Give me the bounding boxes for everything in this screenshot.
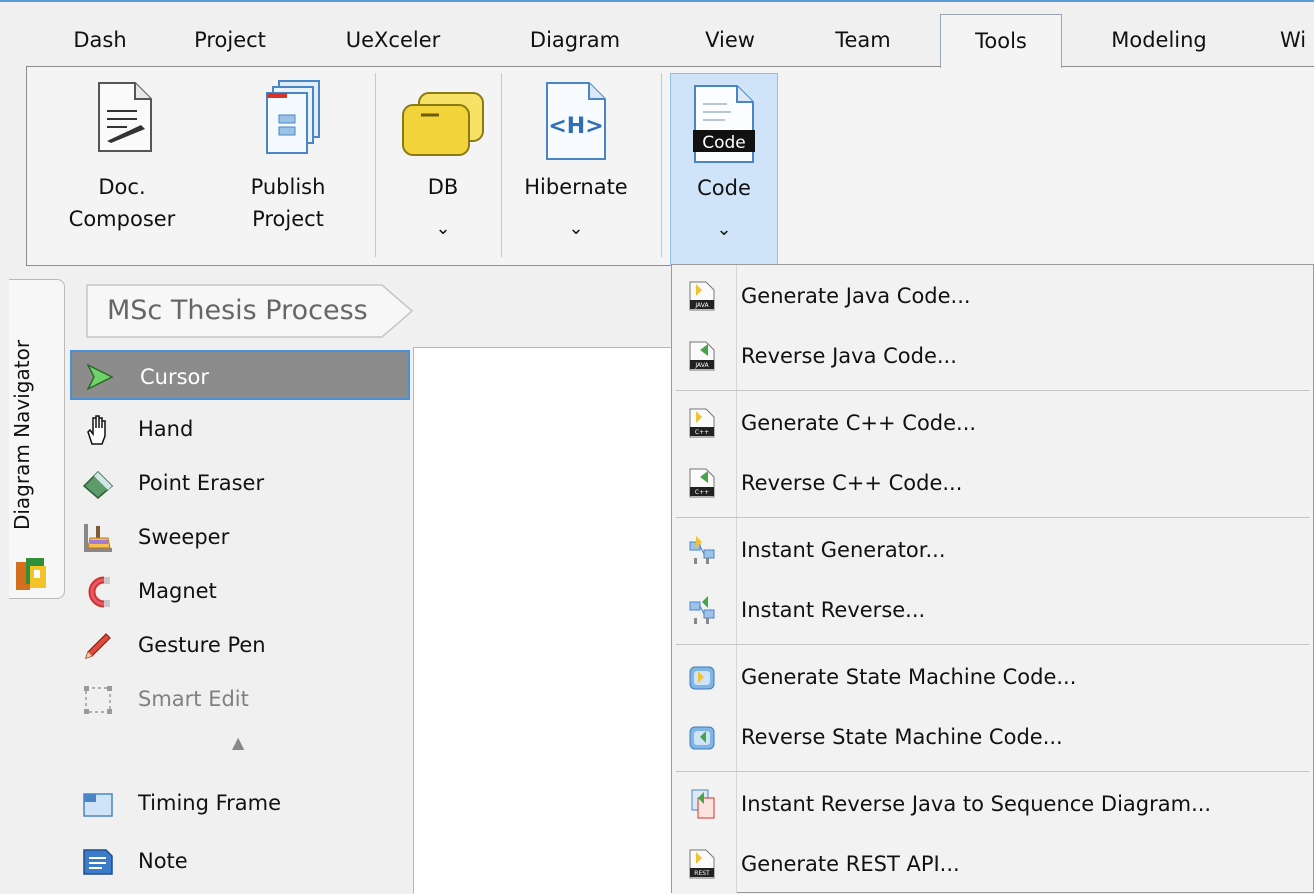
menu-item-instant-reverse[interactable]: Instant Reverse... <box>672 580 1314 640</box>
publish-project-label-1: Publish <box>250 175 326 199</box>
hibernate-icon: <H> <box>546 82 606 160</box>
hand-icon <box>87 415 106 445</box>
db-label: DB <box>427 175 459 199</box>
menu-item-reverse-cpp-code[interactable]: C++ Reverse C++ Code... <box>672 453 1314 513</box>
generate-cpp-code-icon: C++ <box>689 408 715 438</box>
code-chevron-down-icon: ⌄ <box>716 219 732 240</box>
palette-item-note[interactable]: Note <box>70 836 410 886</box>
menu-item-reverse-java-code[interactable]: JAVA Reverse Java Code... <box>672 326 1314 386</box>
magnet-icon <box>88 576 110 608</box>
breadcrumb-diagram-name[interactable]: MSc Thesis Process <box>107 289 368 333</box>
tab-window[interactable]: Wi <box>1280 14 1314 66</box>
menu-item-instant-generator[interactable]: Instant Generator... <box>672 520 1314 580</box>
tab-tools[interactable]: Tools <box>940 14 1062 68</box>
publish-project-icon <box>266 80 320 154</box>
menu-separator <box>676 517 1310 518</box>
tab-team[interactable]: Team <box>818 14 908 66</box>
note-icon <box>83 849 113 875</box>
diagram-canvas[interactable] <box>413 347 672 894</box>
menu-item-generate-java-code[interactable]: JAVA Generate Java Code... <box>672 266 1314 326</box>
ribbon-separator <box>375 73 376 257</box>
reverse-java-to-sequence-icon <box>691 789 715 819</box>
publish-project-button[interactable]: Publish Project <box>223 67 353 267</box>
doc-composer-button[interactable]: Doc. Composer <box>67 67 177 267</box>
hibernate-button[interactable]: <H> Hibernate ⌄ <box>511 67 641 267</box>
diagram-navigator-label: Diagram Navigator <box>10 339 34 531</box>
menu-item-instant-reverse-java-to-sequence-diagram[interactable]: Instant Reverse Java to Sequence Diagram… <box>672 774 1314 834</box>
tab-project[interactable]: Project <box>180 14 280 66</box>
code-label: Code <box>697 176 751 200</box>
cursor-arrow-icon <box>86 363 114 391</box>
menu-item-generate-state-machine-code[interactable]: Generate State Machine Code... <box>672 647 1314 707</box>
instant-reverse-icon <box>689 596 715 624</box>
instant-generator-icon <box>689 536 715 564</box>
tab-uexceler[interactable]: UeXceler <box>333 14 453 66</box>
generate-state-machine-code-icon <box>689 666 715 690</box>
svg-text:<H>: <H> <box>548 114 603 139</box>
tab-diagram[interactable]: Diagram <box>520 14 630 66</box>
menu-item-generate-cpp-code[interactable]: C++ Generate C++ Code... <box>672 393 1314 453</box>
tab-view[interactable]: View <box>690 14 770 66</box>
db-chevron-down-icon: ⌄ <box>435 218 451 239</box>
tab-dash[interactable]: Dash <box>66 14 134 66</box>
tools-ribbon: Doc. Composer Publish Project DB ⌄ <H> H… <box>26 66 1314 266</box>
doc-composer-icon <box>98 82 152 152</box>
db-button[interactable]: DB ⌄ <box>389 67 497 267</box>
reverse-state-machine-code-icon <box>689 726 715 750</box>
palette-item-timing-frame[interactable]: Timing Frame <box>70 778 410 828</box>
smart-edit-icon <box>84 686 112 714</box>
palette-item-hand[interactable]: Hand <box>70 404 410 454</box>
sweeper-icon <box>84 524 112 552</box>
generate-rest-api-icon: REST <box>689 849 715 879</box>
doc-composer-label-1: Doc. <box>98 175 146 199</box>
palette-collapse-arrow-icon[interactable]: ▲ <box>232 733 244 752</box>
generate-java-code-icon: JAVA <box>689 281 715 311</box>
database-icon <box>402 92 484 156</box>
menu-item-generate-rest-api[interactable]: REST Generate REST API... <box>672 834 1314 894</box>
menu-item-reverse-state-machine-code[interactable]: Reverse State Machine Code... <box>672 707 1314 767</box>
ribbon-separator <box>661 73 662 257</box>
tab-modeling[interactable]: Modeling <box>1094 14 1224 66</box>
palette-item-smart-edit[interactable]: Smart Edit <box>70 674 410 724</box>
reverse-java-code-icon: JAVA <box>689 341 715 371</box>
menu-separator <box>676 771 1310 772</box>
ribbon-separator <box>501 73 502 257</box>
eraser-icon <box>82 470 114 499</box>
svg-text:JAVA: JAVA <box>694 302 709 309</box>
palette-item-cursor[interactable]: Cursor <box>70 350 410 400</box>
palette-item-gesture-pen[interactable]: Gesture Pen <box>70 620 410 670</box>
svg-text:C++: C++ <box>695 489 709 496</box>
hibernate-label: Hibernate <box>524 175 628 199</box>
menu-separator <box>676 644 1310 645</box>
palette-item-sweeper[interactable]: Sweeper <box>70 512 410 562</box>
pen-icon <box>85 633 111 659</box>
window-accent-line <box>0 0 1314 2</box>
code-button[interactable]: Code Code ⌄ <box>670 73 778 266</box>
svg-text:JAVA: JAVA <box>694 362 709 369</box>
menu-separator <box>676 390 1310 391</box>
menu-bar: Dash Project UeXceler Diagram View Team … <box>0 0 1314 68</box>
svg-text:REST: REST <box>694 870 710 877</box>
palette-item-magnet[interactable]: Magnet <box>70 566 410 616</box>
doc-composer-label-2: Composer <box>68 207 176 231</box>
timing-frame-icon <box>83 793 113 817</box>
reverse-cpp-code-icon: C++ <box>689 468 715 498</box>
diagram-navigator-icon <box>16 558 46 590</box>
hibernate-chevron-down-icon: ⌄ <box>568 218 584 239</box>
publish-project-label-2: Project <box>252 207 324 231</box>
svg-text:Code: Code <box>702 133 746 153</box>
code-file-icon: Code <box>693 85 755 163</box>
svg-text:C++: C++ <box>695 429 709 436</box>
palette-item-point-eraser[interactable]: Point Eraser <box>70 458 410 508</box>
